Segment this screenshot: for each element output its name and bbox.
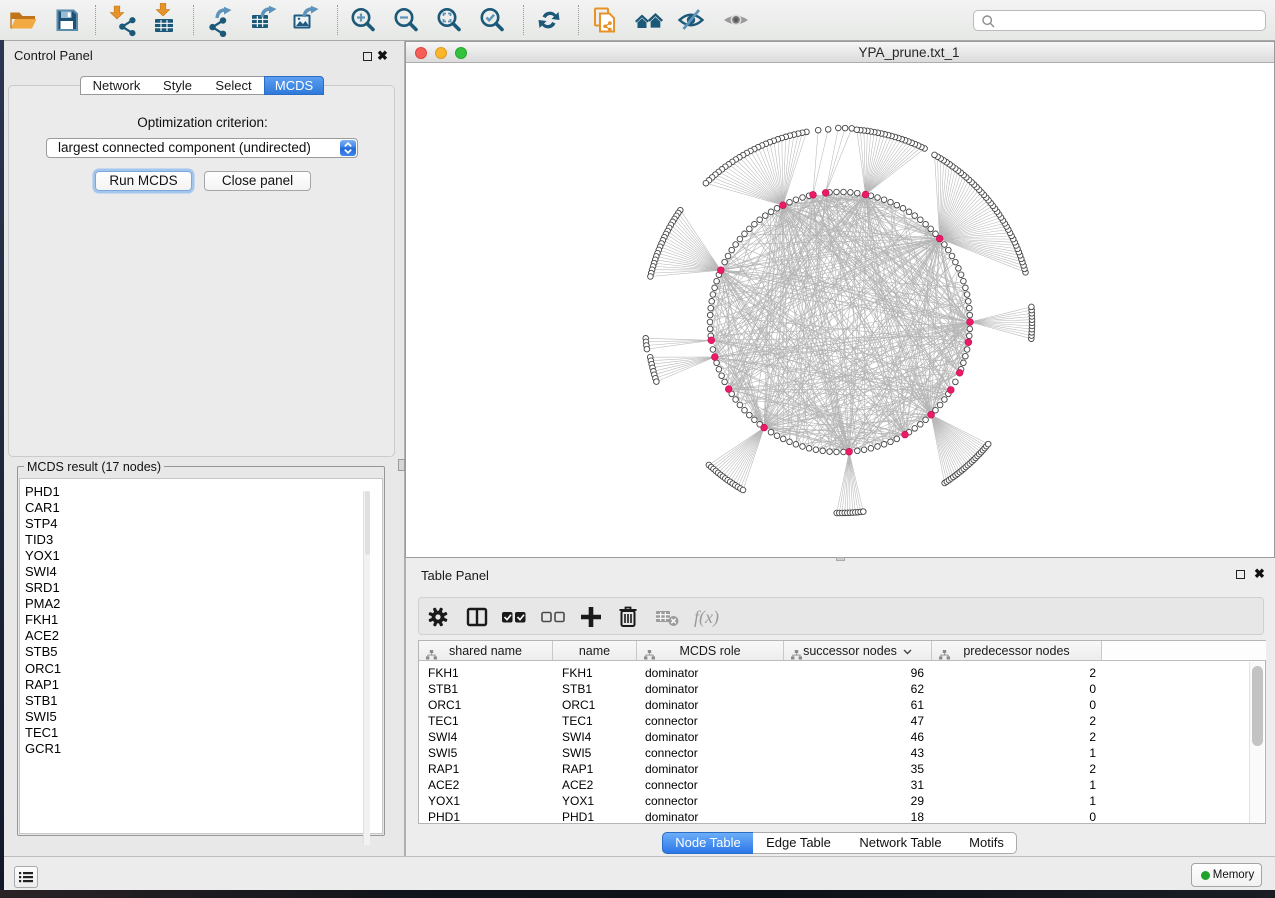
svg-text:f(x): f(x) <box>694 607 719 628</box>
